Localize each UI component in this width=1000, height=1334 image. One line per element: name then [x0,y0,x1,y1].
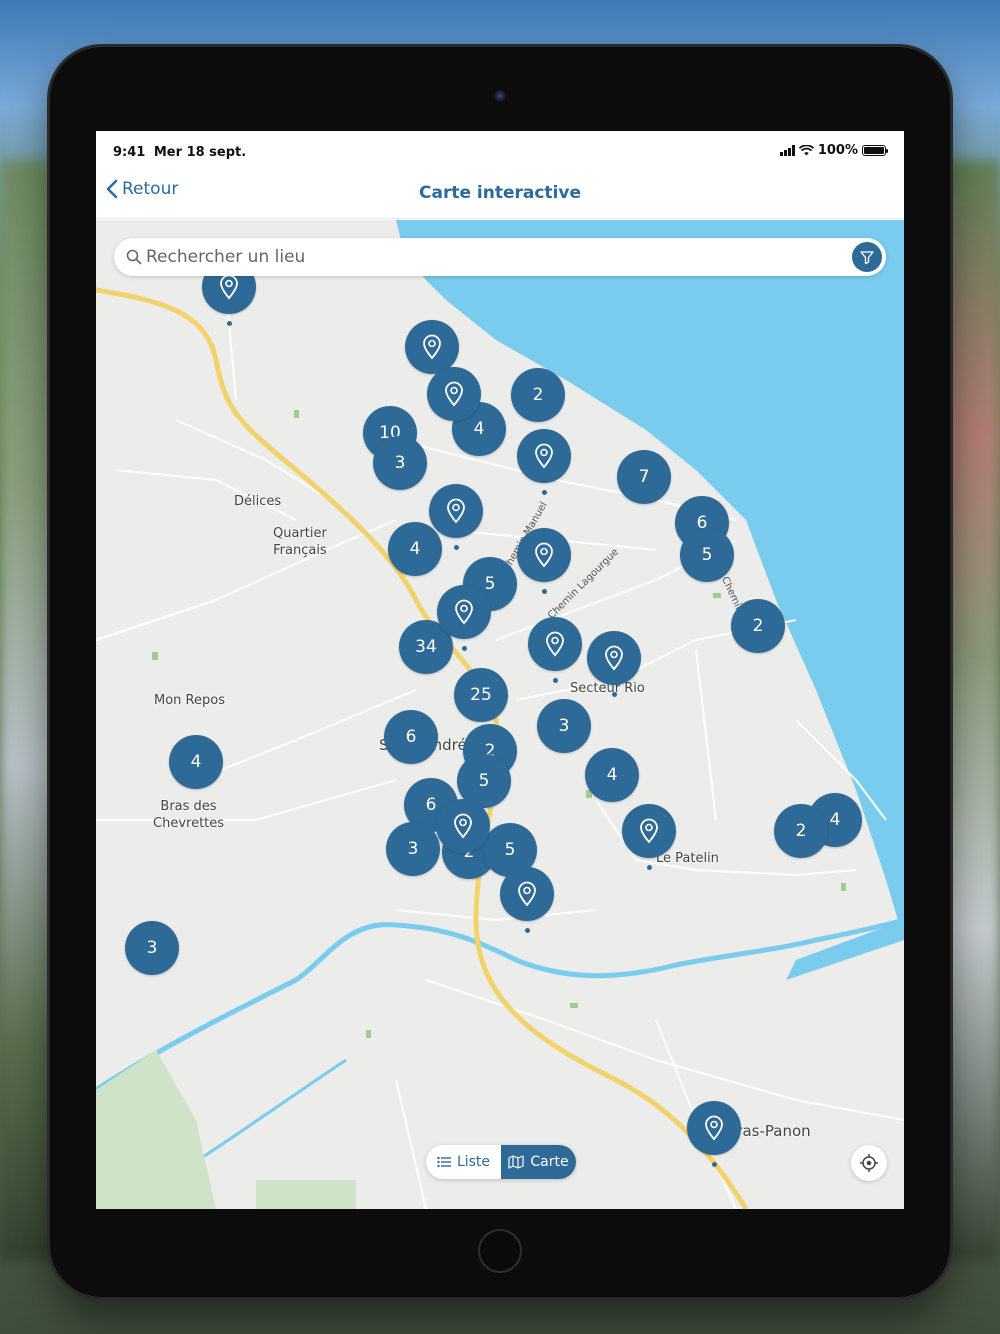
battery-icon [862,145,888,156]
view-toggle: Liste Carte [426,1145,576,1179]
search-input[interactable] [146,244,826,270]
map-pin-anchor [525,928,530,933]
map-pin[interactable] [687,1101,741,1155]
location-pin-icon [445,381,463,407]
location-pin-icon [447,498,465,524]
list-view-label: Liste [456,1154,491,1170]
status-indicators: 100% [779,143,888,158]
map-pin[interactable] [622,804,676,858]
map-cluster[interactable]: 25 [454,668,508,722]
filter-button[interactable] [852,242,882,272]
river-mouth [786,920,904,980]
search-icon [126,249,142,265]
map-cluster[interactable]: 3 [386,822,440,876]
screen: 9:41 Mer 18 sept. 100% Retour Carte inte… [96,131,904,1209]
map-pin-anchor [542,589,547,594]
map-pin[interactable] [427,367,481,421]
ipad-frame: 9:41 Mer 18 sept. 100% Retour Carte inte… [50,47,950,1297]
map-cluster[interactable]: 3 [125,921,179,975]
park-area-small [256,1180,356,1209]
location-pin-icon [605,645,623,671]
map-pin[interactable] [500,867,554,921]
map-cluster[interactable]: 2 [774,804,828,858]
map-cluster[interactable]: 3 [537,699,591,753]
map-pin-anchor [452,428,457,433]
map-pin-anchor [227,321,232,326]
filter-icon [860,251,874,265]
map-pin[interactable] [429,484,483,538]
place-label-delices: Délices [234,494,282,509]
place-label-quartier-francais: Quartier Français [273,526,327,558]
map-pin-anchor [647,865,652,870]
map-pin[interactable] [405,320,459,374]
location-pin-icon [423,334,441,360]
search-bar[interactable] [114,238,886,276]
status-date: Mer 18 sept. [153,145,247,160]
map-cluster[interactable]: 4 [585,748,639,802]
location-pin-icon [518,881,536,907]
map-pin[interactable] [437,585,491,639]
map-pin-anchor [553,678,558,683]
page-title: Carte interactive [419,183,581,203]
map-pin[interactable] [587,631,641,685]
status-bar: 9:41 Mer 18 sept. 100% [96,131,904,171]
place-label-le-patelin: Le Patelin [656,851,719,866]
location-pin-icon [640,818,658,844]
location-pin-icon [546,631,564,657]
map-cluster[interactable]: 7 [617,450,671,504]
map-pin[interactable] [528,617,582,671]
map-pin-anchor [712,1162,717,1167]
crosshair-icon [860,1154,878,1172]
map-base-layer [96,220,904,1209]
park-area [96,1050,216,1209]
locate-me-button[interactable] [851,1145,887,1181]
list-icon [437,1156,451,1168]
map-view-button[interactable]: Carte [501,1145,576,1179]
map-pin[interactable] [436,799,490,853]
map-view-label: Carte [530,1154,569,1170]
map-pin-anchor [461,860,466,865]
navigation-bar: Retour Carte interactive [96,171,904,219]
battery-percent: 100% [817,143,858,158]
location-pin-icon [535,542,553,568]
location-pin-icon [220,274,238,300]
map-cluster[interactable]: 4 [169,735,223,789]
map-cluster[interactable]: 6 [384,710,438,764]
map-cluster[interactable]: 2 [511,368,565,422]
map-pin[interactable] [517,429,571,483]
location-pin-icon [455,599,473,625]
map-pin[interactable] [517,528,571,582]
map-icon [508,1155,524,1169]
map-pin-anchor [612,692,617,697]
map-cluster[interactable]: 5 [680,528,734,582]
home-button[interactable] [478,1229,522,1273]
status-time-date: 9:41 Mer 18 sept. [113,145,250,160]
status-time: 9:41 [113,145,146,160]
map-cluster[interactable]: 3 [373,436,427,490]
camera [494,90,506,102]
location-pin-icon [454,813,472,839]
place-label-bras-des-chevrettes: Bras des Chevrettes [153,799,225,831]
map-pin-anchor [454,545,459,550]
signal-icon [779,145,795,156]
map-pin-anchor [462,646,467,651]
location-pin-icon [535,443,553,469]
map-pin-anchor [542,490,547,495]
map-view[interactable]: Délices Quartier Français Mon Repos Bras… [96,220,904,1209]
location-pin-icon [705,1115,723,1141]
wifi-icon [798,145,814,156]
map-cluster[interactable]: 4 [388,522,442,576]
list-view-button[interactable]: Liste [426,1145,501,1179]
map-cluster[interactable]: 2 [731,599,785,653]
place-label-mon-repos: Mon Repos [154,693,225,708]
